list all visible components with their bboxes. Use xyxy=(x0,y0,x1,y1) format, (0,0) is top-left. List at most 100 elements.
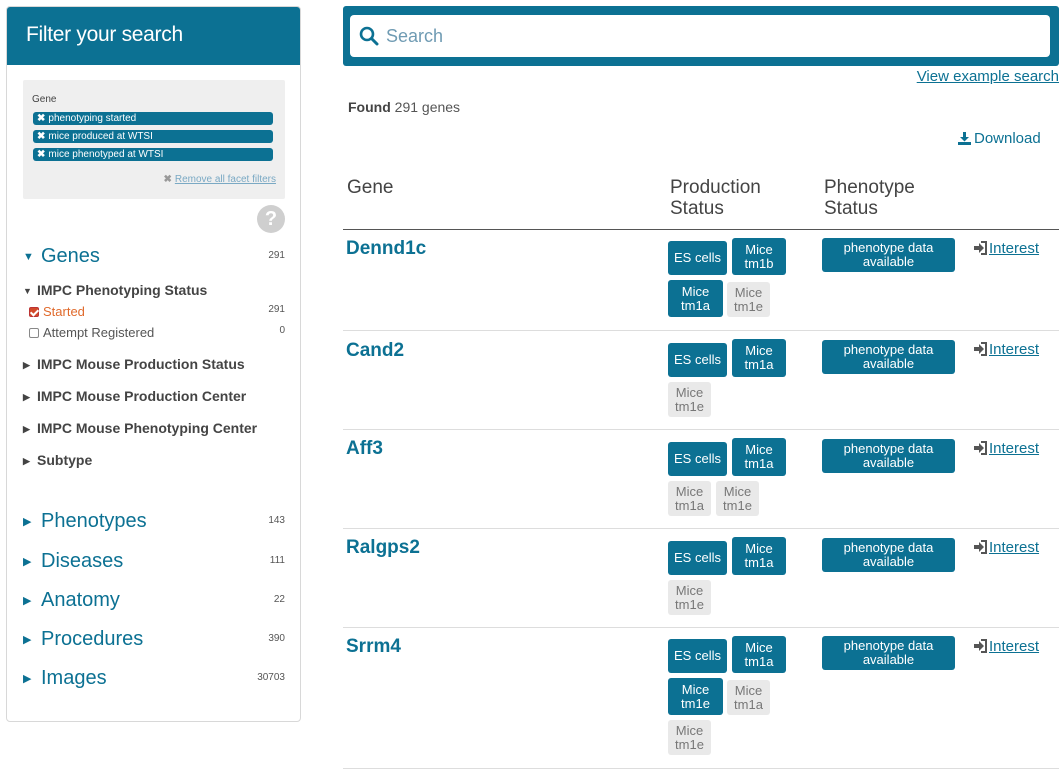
sign-in-icon xyxy=(974,639,987,653)
row-divider xyxy=(343,627,1059,628)
option-count: 0 xyxy=(279,325,285,336)
subfacet-phenotyping-center[interactable]: ▶ IMPC Mouse Phenotyping Center xyxy=(23,419,257,437)
filter-category-label: Gene xyxy=(32,94,57,105)
download-icon xyxy=(958,132,971,145)
active-filter-chip[interactable]: ✖ mice produced at WTSI xyxy=(33,130,273,143)
row-divider xyxy=(343,528,1059,529)
gene-link[interactable]: Srrm4 xyxy=(346,636,401,658)
sign-in-icon xyxy=(974,241,987,255)
sign-in-icon xyxy=(974,441,987,455)
row-divider xyxy=(343,768,1059,769)
facet-count: 291 xyxy=(268,250,285,261)
facet-procedures[interactable]: ▶ Procedures xyxy=(23,627,143,651)
column-header-production-status: Production Status xyxy=(670,177,761,219)
caret-right-icon: ▶ xyxy=(23,456,30,467)
facet-count: 22 xyxy=(273,594,285,605)
gene-link[interactable]: Aff3 xyxy=(346,438,383,460)
header-divider xyxy=(343,229,1059,230)
production-badge[interactable]: Mice tm1a xyxy=(732,537,786,575)
caret-down-icon: ▼ xyxy=(23,286,32,297)
caret-down-icon: ▼ xyxy=(23,250,34,263)
production-badge[interactable]: Mice tm1b xyxy=(732,238,786,275)
caret-right-icon: ▶ xyxy=(23,633,32,646)
download-button[interactable]: Download xyxy=(958,130,1041,147)
production-badge[interactable]: Mice tm1e xyxy=(727,282,770,317)
gene-link[interactable]: Cand2 xyxy=(346,340,404,362)
row-divider xyxy=(343,330,1059,331)
facet-count: 30703 xyxy=(257,672,285,683)
facet-genes[interactable]: ▼ Genes xyxy=(23,244,100,268)
facet-anatomy[interactable]: ▶ Anatomy xyxy=(23,588,120,612)
caret-right-icon: ▶ xyxy=(23,594,32,607)
production-badge[interactable]: Mice tm1a xyxy=(732,438,786,476)
production-badge[interactable]: Mice tm1e xyxy=(668,678,723,715)
option-started[interactable]: Started xyxy=(29,304,85,320)
search-input[interactable] xyxy=(350,15,1050,57)
close-icon[interactable]: ✖ xyxy=(37,149,45,160)
subfacet-subtype[interactable]: ▶ Subtype xyxy=(23,451,92,469)
caret-right-icon: ▶ xyxy=(23,360,30,371)
phenotype-status-badge[interactable]: phenotype data available xyxy=(822,538,955,572)
filter-sidebar: Filter your search Gene ✖ phenotyping sta… xyxy=(6,6,301,722)
production-badge[interactable]: Mice tm1a xyxy=(732,636,786,673)
production-badge[interactable]: Mice tm1a xyxy=(668,280,723,317)
sign-in-icon xyxy=(974,342,987,356)
view-example-search-link[interactable]: View example search xyxy=(917,68,1059,85)
phenotype-status-badge[interactable]: phenotype data available xyxy=(822,238,955,272)
sidebar-title: Filter your search xyxy=(7,7,300,65)
results-count: Found 291 genes xyxy=(348,99,461,115)
caret-right-icon: ▶ xyxy=(23,555,32,568)
caret-right-icon: ▶ xyxy=(23,672,32,685)
production-badge[interactable]: ES cells xyxy=(668,639,727,673)
active-filter-chip[interactable]: ✖ phenotyping started xyxy=(33,112,273,125)
gene-link[interactable]: Ralgps2 xyxy=(346,537,420,559)
option-count: 291 xyxy=(268,304,285,315)
subfacet-production-status[interactable]: ▶ IMPC Mouse Production Status xyxy=(23,355,245,373)
sign-in-icon xyxy=(974,540,987,554)
production-badge[interactable]: Mice tm1e xyxy=(668,382,711,417)
active-filter-chip[interactable]: ✖ mice phenotyped at WTSI xyxy=(33,148,273,161)
subfacet-phenotyping-status[interactable]: ▼ IMPC Phenotyping Status xyxy=(23,281,207,299)
production-badge[interactable]: Mice tm1a xyxy=(732,339,786,377)
caret-right-icon: ▶ xyxy=(23,424,30,435)
subfacet-production-center[interactable]: ▶ IMPC Mouse Production Center xyxy=(23,387,246,405)
interest-link[interactable]: Interest xyxy=(973,539,1039,556)
interest-link[interactable]: Interest xyxy=(973,341,1039,358)
phenotype-status-badge[interactable]: phenotype data available xyxy=(822,340,955,374)
caret-right-icon: ▶ xyxy=(23,392,30,403)
production-badge[interactable]: Mice tm1e xyxy=(668,580,711,615)
facet-diseases[interactable]: ▶ Diseases xyxy=(23,549,123,573)
interest-link[interactable]: Interest xyxy=(973,638,1039,655)
phenotype-status-badge[interactable]: phenotype data available xyxy=(822,439,955,473)
production-badge[interactable]: Mice tm1e xyxy=(716,481,759,516)
production-badge[interactable]: ES cells xyxy=(668,241,727,275)
search-bar xyxy=(343,6,1059,66)
close-icon[interactable]: ✖ xyxy=(37,131,45,142)
help-icon[interactable]: ? xyxy=(257,205,285,233)
facet-count: 390 xyxy=(268,633,285,644)
checkbox-attempt-registered[interactable] xyxy=(29,328,39,338)
close-icon: ✖ xyxy=(163,174,172,185)
production-badge[interactable]: Mice tm1a xyxy=(668,481,711,516)
interest-link[interactable]: Interest xyxy=(973,240,1039,257)
active-filters-box: Gene ✖ phenotyping started ✖ mice produced… xyxy=(23,80,285,199)
production-badge[interactable]: Mice tm1e xyxy=(668,720,711,755)
facet-images[interactable]: ▶ Images xyxy=(23,666,107,690)
production-badge[interactable]: ES cells xyxy=(668,343,727,377)
remove-all-filters-link[interactable]: ✖ Remove all facet filters xyxy=(163,174,276,185)
facet-phenotypes[interactable]: ▶ Phenotypes xyxy=(23,509,147,533)
gene-link[interactable]: Dennd1c xyxy=(346,238,426,260)
facet-count: 111 xyxy=(269,555,285,566)
checkbox-started[interactable] xyxy=(29,307,39,317)
search-icon xyxy=(359,26,379,46)
column-header-gene: Gene xyxy=(347,177,394,198)
production-badge[interactable]: Mice tm1a xyxy=(727,680,770,715)
caret-right-icon: ▶ xyxy=(23,515,32,528)
phenotype-status-badge[interactable]: phenotype data available xyxy=(822,636,955,670)
production-badge[interactable]: ES cells xyxy=(668,541,727,575)
facet-count: 143 xyxy=(268,515,285,526)
interest-link[interactable]: Interest xyxy=(973,440,1039,457)
option-attempt-registered[interactable]: Attempt Registered xyxy=(29,325,154,341)
production-badge[interactable]: ES cells xyxy=(668,442,727,476)
close-icon[interactable]: ✖ xyxy=(37,113,45,124)
